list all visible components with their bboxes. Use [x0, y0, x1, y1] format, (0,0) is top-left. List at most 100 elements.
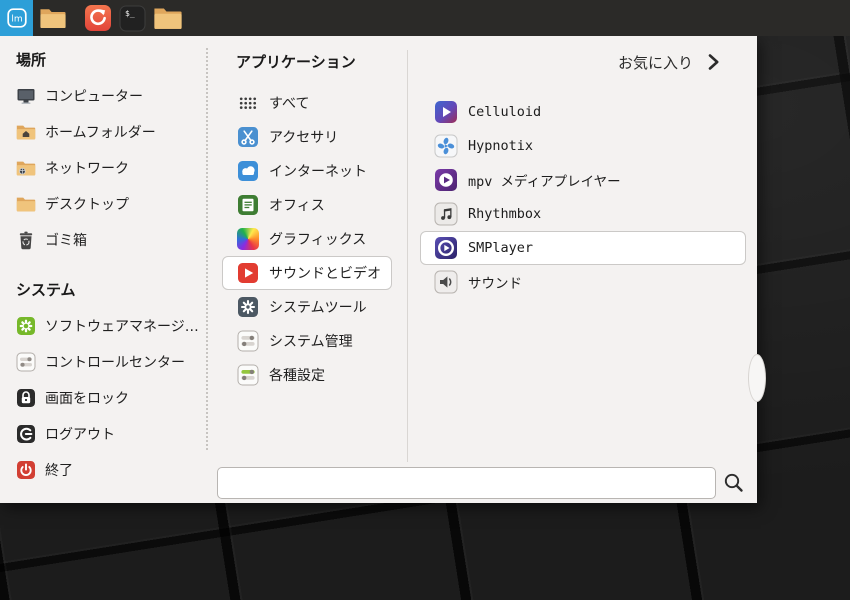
- accessories-icon: [237, 126, 259, 148]
- app-label: Rhythmbox: [468, 206, 542, 222]
- category-sound-video[interactable]: サウンドとビデオ: [222, 256, 392, 290]
- app-label: Celluloid: [468, 104, 542, 120]
- category-label: グラフィックス: [269, 232, 367, 248]
- sidebar-item-trash[interactable]: ゴミ箱: [16, 222, 207, 258]
- sound-settings-icon: [434, 270, 458, 294]
- sidebar-item-home[interactable]: ホームフォルダー: [16, 114, 207, 150]
- search-input[interactable]: [217, 467, 716, 499]
- apps-column: お気に入り Celluloid Hypnotix mpv メディアプレイヤー R…: [407, 36, 757, 503]
- category-label: オフィス: [269, 198, 325, 214]
- office-icon: [237, 194, 259, 216]
- mint-menu-button[interactable]: lm: [0, 0, 33, 36]
- sidebar-item-computer[interactable]: コンピューター: [16, 78, 207, 114]
- sidebar-item-software-manager[interactable]: ソフトウェアマネージ…: [16, 308, 207, 344]
- app-row-mpv[interactable]: mpv メディアプレイヤー: [420, 163, 746, 197]
- folder-launcher-button[interactable]: [38, 3, 68, 33]
- app-row-celluloid[interactable]: Celluloid: [420, 95, 746, 129]
- favorites-link[interactable]: お気に入り: [618, 51, 720, 73]
- home-folder-icon: [16, 122, 36, 142]
- category-label: システム管理: [269, 334, 353, 350]
- category-preferences[interactable]: 各種設定: [222, 358, 392, 392]
- rhythmbox-icon: [434, 202, 458, 226]
- software-manager-icon: [16, 316, 36, 336]
- category-system-tools[interactable]: システムツール: [222, 290, 392, 324]
- sidebar-item-label: ネットワーク: [45, 161, 129, 177]
- system-header: システム: [16, 281, 76, 299]
- all-apps-icon: [237, 92, 259, 114]
- network-folder-icon: [16, 158, 36, 178]
- search-icon: [722, 471, 746, 495]
- sidebar-item-label: デスクトップ: [45, 197, 129, 213]
- category-accessories[interactable]: アクセサリ: [222, 120, 392, 154]
- sidebar-item-quit[interactable]: 終了: [16, 452, 207, 488]
- lock-screen-icon: [16, 388, 36, 408]
- firefox-icon: [84, 4, 112, 32]
- sidebar-item-label: コントロールセンター: [45, 355, 185, 371]
- sidebar-item-label: 画面をロック: [45, 391, 129, 407]
- desktop-folder-icon: [16, 194, 36, 214]
- favorites-label: お気に入り: [617, 53, 693, 72]
- files-icon: [153, 5, 183, 31]
- category-label: サウンドとビデオ: [269, 266, 381, 282]
- mint-menu-panel: 場所 コンピューター ホームフォルダー ネットワーク デスクトップ ゴミ箱 シス…: [0, 36, 766, 503]
- control-center-icon: [16, 352, 36, 372]
- app-row-hypnotix[interactable]: Hypnotix: [420, 129, 746, 163]
- files-launcher-button[interactable]: [153, 3, 183, 33]
- terminal-prompt-glyph: $_: [125, 8, 135, 18]
- app-row-rhythmbox[interactable]: Rhythmbox: [420, 197, 746, 231]
- category-label: インターネット: [269, 164, 367, 180]
- sidebar-item-label: ログアウト: [45, 427, 115, 443]
- category-all[interactable]: すべて: [222, 86, 392, 120]
- sidebar-item-label: コンピューター: [45, 89, 143, 105]
- sidebar-item-network[interactable]: ネットワーク: [16, 150, 207, 186]
- sidebar-item-label: 終了: [45, 463, 73, 479]
- sound-video-icon: [237, 262, 259, 284]
- internet-icon: [237, 160, 259, 182]
- firefox-launcher-button[interactable]: [84, 4, 112, 32]
- chevron-right-icon: [708, 53, 720, 71]
- category-graphics[interactable]: グラフィックス: [222, 222, 392, 256]
- sidebar-item-label: ソフトウェアマネージ…: [45, 319, 199, 335]
- category-internet[interactable]: インターネット: [222, 154, 392, 188]
- category-list: すべて アクセサリ インターネット オフィス グラフィックス サウンドとビデオ …: [222, 86, 407, 392]
- app-row-sound[interactable]: サウンド: [420, 265, 746, 299]
- preferences-icon: [237, 364, 259, 386]
- applications-header: アプリケーション: [236, 53, 356, 71]
- category-system-admin[interactable]: システム管理: [222, 324, 392, 358]
- category-office[interactable]: オフィス: [222, 188, 392, 222]
- app-label: サウンド: [468, 276, 522, 292]
- system-tools-icon: [237, 296, 259, 318]
- trash-icon: [16, 230, 36, 250]
- places-header: 場所: [16, 51, 47, 69]
- categories-column: アプリケーション すべて アクセサリ インターネット オフィス グラフィックス …: [207, 36, 407, 503]
- svg-text:lm: lm: [11, 15, 22, 25]
- celluloid-icon: [434, 100, 458, 124]
- sidebar-item-control-center[interactable]: コントロールセンター: [16, 344, 207, 380]
- sidebar-item-logout[interactable]: ログアウト: [16, 416, 207, 452]
- folder-icon: [39, 6, 67, 30]
- shutdown-icon: [16, 460, 36, 480]
- sidebar-item-desktop[interactable]: デスクトップ: [16, 186, 207, 222]
- category-label: システムツール: [269, 300, 367, 316]
- category-label: 各種設定: [269, 368, 325, 384]
- terminal-launcher-button[interactable]: $_: [119, 5, 146, 32]
- app-label: SMPlayer: [468, 240, 534, 256]
- sidebar-item-lock-screen[interactable]: 画面をロック: [16, 380, 207, 416]
- hypnotix-icon: [434, 134, 458, 158]
- sidebar: 場所 コンピューター ホームフォルダー ネットワーク デスクトップ ゴミ箱 シス…: [0, 36, 207, 503]
- taskbar: lm $_: [0, 0, 850, 36]
- mpv-icon: [434, 168, 458, 192]
- graphics-icon: [237, 228, 259, 250]
- sidebar-item-label: ホームフォルダー: [45, 125, 156, 141]
- logout-icon: [16, 424, 36, 444]
- app-list: Celluloid Hypnotix mpv メディアプレイヤー Rhythmb…: [420, 95, 757, 299]
- system-admin-icon: [237, 330, 259, 352]
- smplayer-icon: [434, 236, 458, 260]
- category-label: アクセサリ: [269, 130, 339, 146]
- computer-icon: [16, 86, 36, 106]
- app-row-smplayer[interactable]: SMPlayer: [420, 231, 746, 265]
- app-label: mpv メディアプレイヤー: [468, 174, 621, 190]
- mint-menu-icon: lm: [6, 7, 28, 29]
- sidebar-item-label: ゴミ箱: [45, 233, 87, 249]
- category-label: すべて: [269, 96, 310, 112]
